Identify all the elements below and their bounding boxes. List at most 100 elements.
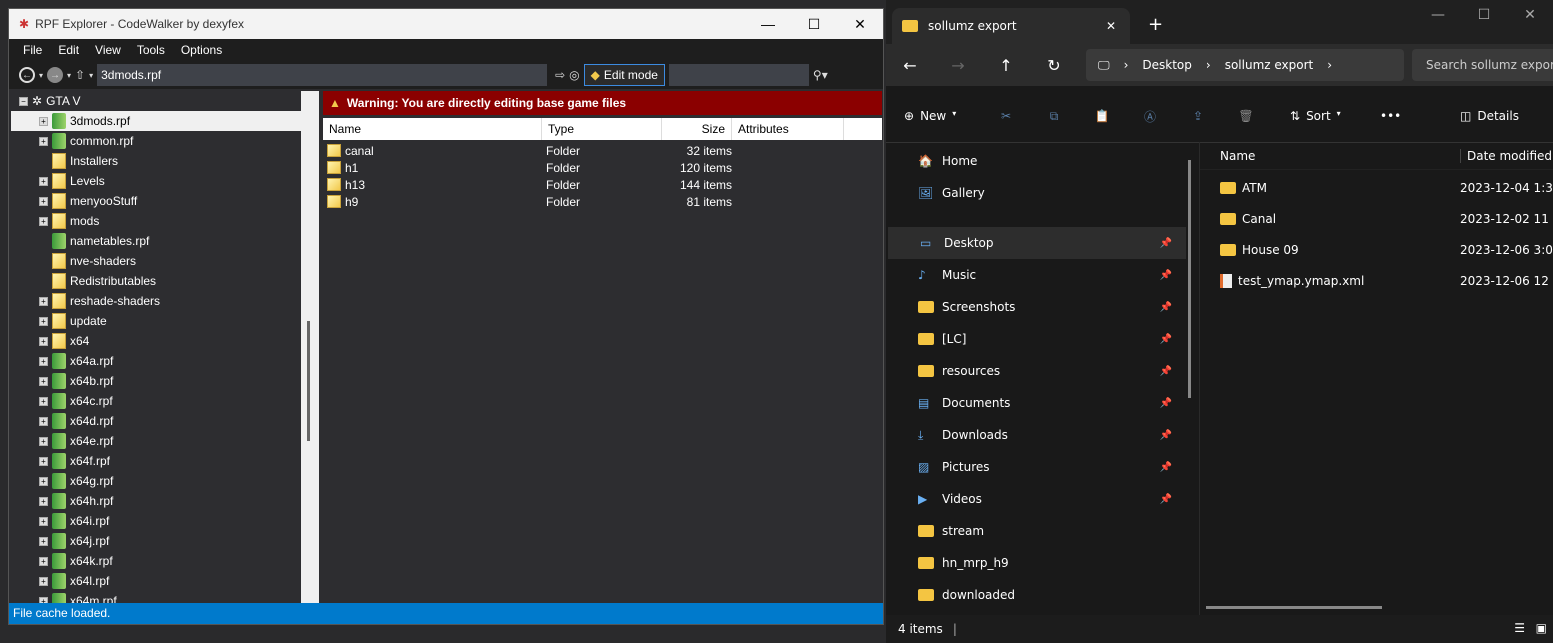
tree-item[interactable]: + x64c.rpf [11,391,301,411]
search-icon[interactable]: ⚲▾ [813,68,828,82]
expand-icon[interactable]: + [39,316,48,326]
details-button[interactable]: ◫ Details [1460,109,1519,123]
file-row[interactable]: test_ymap.ymap.xml 2023-12-06 12 [1200,265,1553,296]
new-button[interactable]: ⊕ New ▾ [886,109,982,123]
rename-icon[interactable]: Ⓐ [1126,108,1174,125]
nav-item[interactable]: ▶ Videos 📌 [886,483,1186,515]
tree-item[interactable]: + x64h.rpf [11,491,301,511]
tree-item[interactable]: +Installers [11,151,301,171]
close-tab-icon[interactable]: ✕ [1106,19,1116,33]
refresh-icon[interactable]: ↻ [1030,56,1078,75]
cut-icon[interactable]: ✂ [982,109,1030,123]
tree-item[interactable]: + x64f.rpf [11,451,301,471]
tree-item[interactable]: + x64e.rpf [11,431,301,451]
column-size[interactable]: Size [662,118,732,140]
nav-item[interactable]: 🖼 Gallery [886,177,1186,209]
refresh-icon[interactable]: ◎ [569,68,579,82]
tree-scrollbar[interactable] [301,91,319,603]
expand-icon[interactable]: + [39,356,48,366]
expand-icon[interactable]: + [39,396,48,406]
nav-item[interactable]: ♪ Music 📌 [886,259,1186,291]
breadcrumb-sollumz-export[interactable]: sollumz export [1225,58,1314,72]
paste-icon[interactable]: 📋 [1078,109,1126,123]
nav-item[interactable]: stream [886,515,1186,547]
horizontal-scrollbar[interactable] [1206,606,1382,609]
expand-icon[interactable]: + [39,336,48,346]
address-input[interactable]: 3dmods.rpf [97,64,548,86]
expand-icon[interactable]: + [39,536,48,546]
nav-item[interactable]: Screenshots 📌 [886,291,1186,323]
pin-icon[interactable]: 📌 [1160,334,1172,345]
tree-item[interactable]: + menyooStuff [11,191,301,211]
go-icon[interactable]: ⇨ [555,68,565,82]
copy-icon[interactable]: ⧉ [1030,109,1078,124]
expand-icon[interactable]: + [39,496,48,506]
tree-item[interactable]: + reshade-shaders [11,291,301,311]
tab-sollumz-export[interactable]: sollumz export ✕ [892,8,1130,44]
back-icon[interactable]: ← [19,67,35,83]
file-row[interactable]: h9 Folder 81 items [323,193,882,210]
column-date-modified[interactable]: Date modified [1460,148,1552,163]
expand-icon[interactable]: + [39,436,48,446]
expand-icon[interactable]: + [39,116,48,126]
file-row[interactable]: h1 Folder 120 items [323,159,882,176]
maximize-button[interactable]: ☐ [1461,0,1507,30]
up-icon[interactable]: ↑ [982,56,1030,75]
tree-item[interactable]: + common.rpf [11,131,301,151]
tree-item[interactable]: +3dmods.rpf [11,111,301,131]
file-row[interactable]: ATM 2023-12-04 1:3 [1200,172,1553,203]
details-view-icon[interactable]: ☰ [1514,621,1525,635]
expand-icon[interactable]: + [39,176,48,186]
pin-icon[interactable]: 📌 [1160,430,1172,441]
tree-item[interactable]: +nametables.rpf [11,231,301,251]
file-row[interactable]: Canal 2023-12-02 11 [1200,203,1553,234]
column-attributes[interactable]: Attributes [732,118,844,140]
menu-tools[interactable]: Tools [129,43,173,57]
menu-file[interactable]: File [15,43,50,57]
nav-item[interactable]: ▨ Pictures 📌 [886,451,1186,483]
forward-icon[interactable]: → [47,67,64,83]
back-icon[interactable]: ← [886,56,934,75]
pin-icon[interactable]: 📌 [1160,270,1172,281]
tree-item[interactable]: + x64k.rpf [11,551,301,571]
more-icon[interactable]: ••• [1380,109,1440,123]
tree-item[interactable]: + x64i.rpf [11,511,301,531]
tree-item[interactable]: + x64a.rpf [11,351,301,371]
delete-icon[interactable]: 🗑 [1222,109,1270,123]
forward-icon[interactable]: → [934,56,982,75]
file-row[interactable]: House 09 2023-12-06 3:0 [1200,234,1553,265]
file-row[interactable]: canal Folder 32 items [323,142,882,159]
tree-item[interactable]: + x64d.rpf [11,411,301,431]
expand-icon[interactable]: + [39,296,48,306]
expand-icon[interactable]: + [39,136,48,146]
minimize-button[interactable]: — [745,9,791,39]
tree-item[interactable]: + x64l.rpf [11,571,301,591]
tree-item[interactable]: + x64j.rpf [11,531,301,551]
tree-item[interactable]: + mods [11,211,301,231]
nav-item[interactable]: ▤ Documents 📌 [886,387,1186,419]
column-type[interactable]: Type [542,118,662,140]
pin-icon[interactable]: 📌 [1160,238,1172,249]
expand-icon[interactable]: + [39,456,48,466]
pin-icon[interactable]: 📌 [1160,462,1172,473]
edit-mode-button[interactable]: ◆ Edit mode [583,64,665,86]
close-button[interactable]: ✕ [1507,0,1553,30]
pin-icon[interactable]: 📌 [1160,366,1172,377]
tree-item[interactable]: +Redistributables [11,271,301,291]
menu-view[interactable]: View [87,43,129,57]
tree-item[interactable]: + x64m.rpf [11,591,301,603]
maximize-button[interactable]: ☐ [791,9,837,39]
expand-icon[interactable]: + [39,576,48,586]
tree-item[interactable]: + Levels [11,171,301,191]
tree-item[interactable]: +nve-shaders [11,251,301,271]
nav-item[interactable]: ▭ Desktop 📌 [888,227,1186,259]
nav-scrollbar[interactable] [1188,160,1191,398]
pin-icon[interactable]: 📌 [1160,494,1172,505]
tree-root[interactable]: − ✲ GTA V [11,91,301,111]
expand-icon[interactable]: + [39,476,48,486]
tree-item[interactable]: + x64 [11,331,301,351]
tree-item[interactable]: + x64g.rpf [11,471,301,491]
nav-item[interactable]: downloaded [886,579,1186,611]
nav-item[interactable]: hn_mrp_h9 [886,547,1186,579]
expand-icon[interactable]: + [39,376,48,386]
